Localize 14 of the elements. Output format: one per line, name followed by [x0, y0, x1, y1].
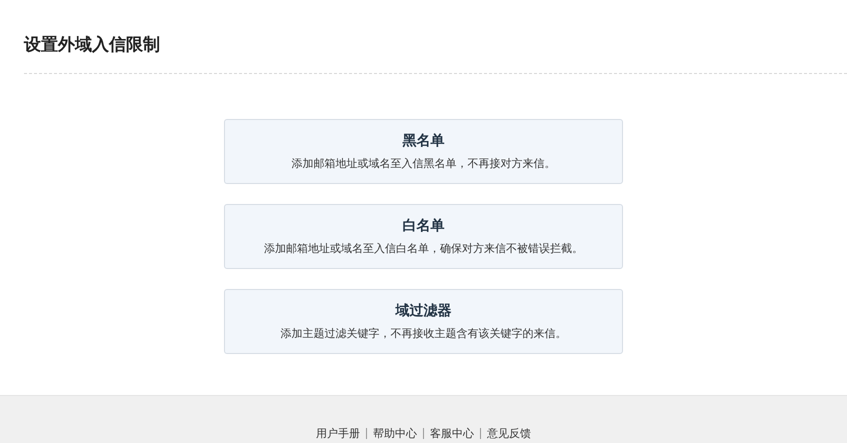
card-description: 添加主题过滤关键字，不再接收主题含有该关键字的来信。 [280, 326, 566, 341]
card-title: 白名单 [402, 217, 444, 235]
option-card[interactable]: 域过滤器 添加主题过滤关键字，不再接收主题含有该关键字的来信。 [224, 289, 623, 354]
footer-link[interactable]: 帮助中心 [373, 426, 417, 441]
card-title: 黑名单 [402, 132, 444, 150]
footer-link[interactable]: 客服中心 [430, 426, 474, 441]
card-title: 域过滤器 [396, 302, 452, 320]
footer-link[interactable]: 用户手册 [316, 426, 360, 441]
footer-link[interactable]: 意见反馈 [487, 426, 531, 441]
page-title: 设置外域入信限制 [24, 34, 161, 57]
card-description: 添加邮箱地址或域名至入信白名单，确保对方来信不被错误拦截。 [264, 241, 583, 256]
card-description: 添加邮箱地址或域名至入信黑名单，不再接对方来信。 [292, 156, 556, 171]
option-card[interactable]: 白名单 添加邮箱地址或域名至入信白名单，确保对方来信不被错误拦截。 [224, 204, 623, 269]
option-card[interactable]: 黑名单 添加邮箱地址或域名至入信黑名单，不再接对方来信。 [224, 119, 623, 184]
